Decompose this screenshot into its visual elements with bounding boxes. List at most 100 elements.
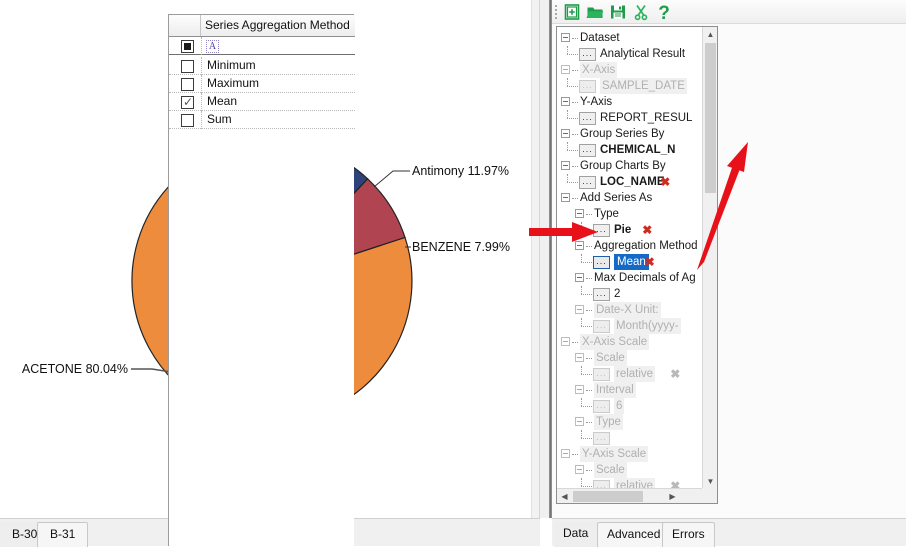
tree-row[interactable]: ... xyxy=(557,430,703,446)
property-tree[interactable]: Dataset... Analytical Result X-Axis... SAMP… xyxy=(557,27,703,489)
tree-row[interactable]: ... SAMPLE_DATE xyxy=(557,78,703,94)
tree-node-label: Scale xyxy=(594,350,627,366)
grid-filter-row[interactable]: A xyxy=(169,37,355,55)
tree-row[interactable]: Date-X Unit: xyxy=(557,302,703,318)
tree-value-ellipsis-button[interactable]: ... xyxy=(593,400,610,413)
tree-expander-icon[interactable] xyxy=(575,385,584,394)
tree-row[interactable]: ... Pie ✖ xyxy=(557,222,703,238)
tree-row[interactable]: Dataset xyxy=(557,30,703,46)
tree-vertical-thumb[interactable] xyxy=(705,43,716,193)
tree-clear-value-icon[interactable]: ✖ xyxy=(660,176,670,188)
grid-cell-divider xyxy=(201,75,202,93)
tree-expander-icon[interactable] xyxy=(561,337,570,346)
tree-expander-icon[interactable] xyxy=(575,465,584,474)
tree-expander-icon[interactable] xyxy=(561,97,570,106)
tree-row[interactable]: ... Mean ✖ xyxy=(557,254,703,270)
chart-tab-b31[interactable]: B-31 xyxy=(37,522,89,547)
tree-scroll-left-button[interactable]: ◀ xyxy=(557,489,572,503)
tree-value-ellipsis-button[interactable]: ... xyxy=(593,320,610,333)
help-icon[interactable]: ? xyxy=(654,2,676,24)
tree-scroll-down-button[interactable]: ▼ xyxy=(703,474,717,489)
tree-expander-icon[interactable] xyxy=(575,273,584,282)
tree-value-ellipsis-button[interactable]: ... xyxy=(593,432,610,445)
tree-value-ellipsis-button[interactable]: ... xyxy=(593,256,610,269)
tree-row[interactable]: ... 2 xyxy=(557,286,703,302)
tree-row[interactable]: Type xyxy=(557,206,703,222)
tree-connector xyxy=(567,110,568,118)
tree-value-ellipsis-button[interactable]: ... xyxy=(579,176,596,189)
tree-expander-icon[interactable] xyxy=(575,353,584,362)
open-folder-icon[interactable] xyxy=(585,2,607,22)
tree-vertical-scrollbar[interactable]: ▲ ▼ xyxy=(702,27,717,489)
tree-row[interactable]: ... REPORT_RESUL xyxy=(557,110,703,126)
tree-row[interactable]: Scale xyxy=(557,350,703,366)
tree-row[interactable]: Max Decimals of Ag xyxy=(557,270,703,286)
row-checkbox[interactable] xyxy=(181,114,194,127)
tree-value-ellipsis-button[interactable]: ... xyxy=(593,288,610,301)
row-checkbox[interactable] xyxy=(181,78,194,91)
tree-expander-icon[interactable] xyxy=(561,193,570,202)
tree-connector xyxy=(581,318,582,326)
tree-row[interactable]: ... Month(yyyy- xyxy=(557,318,703,334)
row-checkbox[interactable]: ✓ xyxy=(181,95,194,109)
tree-expander-icon[interactable] xyxy=(561,33,570,42)
toolbar-grip[interactable] xyxy=(555,5,557,19)
tree-value-ellipsis-button[interactable]: ... xyxy=(593,224,610,237)
tree-value-ellipsis-button[interactable]: ... xyxy=(579,144,596,157)
tree-clear-value-icon[interactable]: ✖ xyxy=(642,224,652,236)
tree-row[interactable]: Y-Axis Scale xyxy=(557,446,703,462)
grid-select-column-header[interactable] xyxy=(169,15,201,36)
tree-expander-icon[interactable] xyxy=(575,417,584,426)
tab-errors[interactable]: Errors xyxy=(662,522,715,547)
pane-splitter[interactable] xyxy=(540,0,552,518)
tree-value-ellipsis-button[interactable]: ... xyxy=(579,112,596,125)
tree-expander-icon[interactable] xyxy=(575,305,584,314)
tree-value-ellipsis-button[interactable]: ... xyxy=(579,48,596,61)
callout-line-antimony xyxy=(373,170,410,188)
tree-row[interactable]: Group Charts By xyxy=(557,158,703,174)
tree-row[interactable]: X-Axis xyxy=(557,62,703,78)
tree-value-ellipsis-button[interactable]: ... xyxy=(593,368,610,381)
tree-row[interactable]: ... Analytical Result xyxy=(557,46,703,62)
tree-row[interactable]: Aggregation Method xyxy=(557,238,703,254)
grid-row[interactable]: Sum xyxy=(169,111,355,129)
tree-row[interactable]: Interval xyxy=(557,382,703,398)
tree-row[interactable]: ... 6 xyxy=(557,398,703,414)
tree-expander-icon[interactable] xyxy=(561,65,570,74)
tree-horizontal-thumb[interactable] xyxy=(573,491,643,502)
select-all-checkbox[interactable] xyxy=(181,40,194,53)
tree-connector xyxy=(567,86,578,87)
tree-row[interactable]: Add Series As xyxy=(557,190,703,206)
tree-row[interactable]: ... relative ✖ xyxy=(557,366,703,382)
tree-expander-icon[interactable] xyxy=(575,241,584,250)
row-checkbox[interactable] xyxy=(181,60,194,73)
tree-row[interactable]: Group Series By xyxy=(557,126,703,142)
tree-row[interactable]: Y-Axis xyxy=(557,94,703,110)
tree-value-ellipsis-button[interactable]: ... xyxy=(579,80,596,93)
tree-clear-value-icon[interactable]: ✖ xyxy=(645,256,655,268)
tree-expander-icon[interactable] xyxy=(561,161,570,170)
filter-glyph-icon[interactable]: A xyxy=(206,40,219,53)
tree-clear-value-icon[interactable]: ✖ xyxy=(670,368,680,380)
tree-horizontal-scrollbar[interactable]: ◀ ▶ xyxy=(557,488,703,503)
tree-expander-icon[interactable] xyxy=(561,449,570,458)
tree-expander-icon[interactable] xyxy=(561,129,570,138)
grid-row[interactable]: ✓ Mean xyxy=(169,93,355,111)
tree-row[interactable]: ... LOC_NAME ✖ xyxy=(557,174,703,190)
tree-row[interactable]: Type xyxy=(557,414,703,430)
tab-advanced[interactable]: Advanced xyxy=(597,522,671,547)
chart-vertical-scrollbar[interactable] xyxy=(531,0,539,518)
save-icon[interactable] xyxy=(608,2,630,22)
cut-icon[interactable] xyxy=(631,2,653,22)
tree-row[interactable]: ... CHEMICAL_N xyxy=(557,142,703,158)
tree-scroll-up-button[interactable]: ▲ xyxy=(703,27,717,42)
tree-row[interactable]: X-Axis Scale xyxy=(557,334,703,350)
grid-row[interactable]: Minimum xyxy=(169,57,355,75)
tree-expander-icon[interactable] xyxy=(575,209,584,218)
tab-data[interactable]: Data xyxy=(554,521,598,547)
new-icon[interactable] xyxy=(562,2,584,22)
tree-row[interactable]: Scale xyxy=(557,462,703,478)
grid-row[interactable]: Maximum xyxy=(169,75,355,93)
tree-scroll-right-button[interactable]: ▶ xyxy=(665,489,680,503)
tree-value-label: LOC_NAME xyxy=(600,176,665,188)
